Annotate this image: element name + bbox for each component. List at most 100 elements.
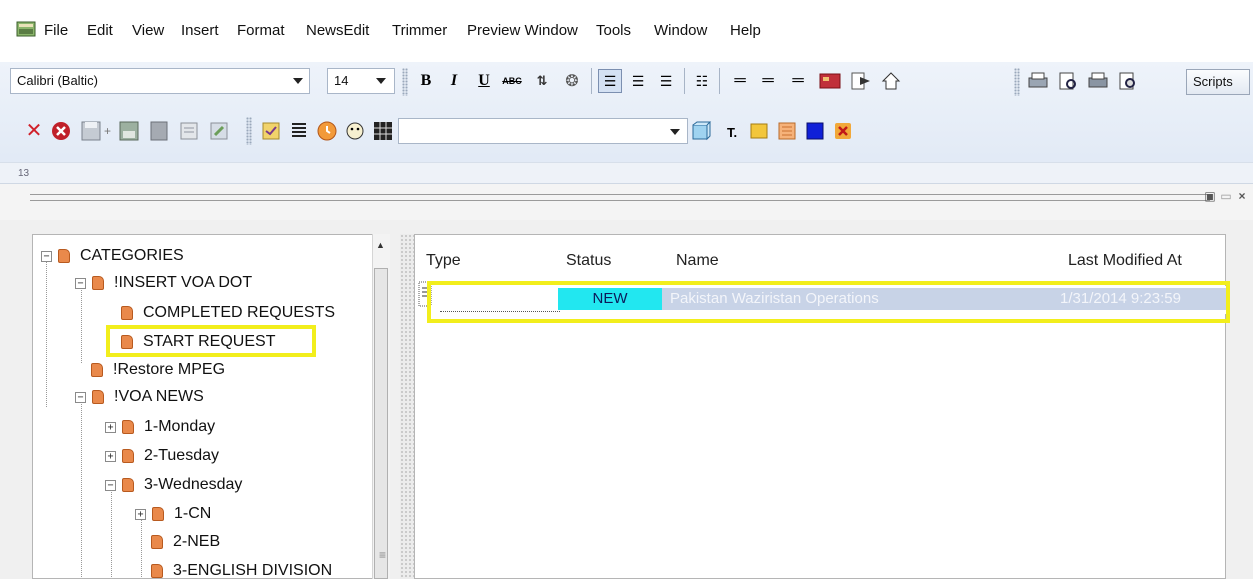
underline-button[interactable]: U: [472, 69, 496, 93]
list-edge: [1226, 234, 1253, 579]
yellow-tag-icon[interactable]: [748, 120, 770, 142]
collapse-icon[interactable]: −: [41, 250, 52, 262]
menu-file[interactable]: File: [44, 22, 68, 39]
scroll-up-icon[interactable]: ▲: [376, 240, 385, 250]
font-name-value: Calibri (Baltic): [17, 73, 98, 88]
toolbar-grip[interactable]: [246, 117, 252, 145]
clock-icon[interactable]: [316, 120, 338, 142]
collapse-icon[interactable]: −: [75, 277, 86, 289]
menu-help[interactable]: Help: [730, 22, 761, 39]
red-book-icon[interactable]: [818, 71, 842, 91]
chevron-down-icon[interactable]: [376, 78, 386, 84]
change-case-icon[interactable]: ⇅: [530, 69, 554, 93]
face-icon[interactable]: [344, 120, 366, 142]
tree-item-wednesday[interactable]: − 3-Wednesday: [105, 472, 242, 498]
italic-button[interactable]: I: [442, 69, 466, 93]
tree-scroll-thumb[interactable]: [374, 268, 388, 579]
minimize-icon[interactable]: ▭: [1218, 188, 1234, 204]
tree-item-neb[interactable]: 2-NEB: [151, 529, 220, 555]
column-header-name[interactable]: Name: [676, 252, 719, 270]
tree-item-insert-voa-dot[interactable]: − !INSERT VOA DOT: [75, 270, 252, 296]
box-3d-icon[interactable]: [690, 120, 712, 142]
collapse-icon[interactable]: −: [105, 479, 116, 491]
tree-item-categories[interactable]: − CATEGORIES: [41, 243, 184, 269]
tree-item-restore-mpeg[interactable]: !Restore MPEG: [91, 357, 225, 383]
folder-icon: [122, 420, 134, 434]
house-arrow-icon[interactable]: [880, 71, 902, 91]
menu-format[interactable]: Format: [237, 22, 285, 39]
tree-item-completed-requests[interactable]: COMPLETED REQUESTS: [121, 300, 335, 326]
blue-square-icon[interactable]: [804, 120, 826, 142]
bullet-list-button[interactable]: ☷: [690, 69, 714, 93]
save-icon[interactable]: [80, 120, 102, 142]
list-lines-icon[interactable]: [288, 120, 310, 142]
tree-item-label: 2-NEB: [173, 533, 221, 550]
panel-splitter[interactable]: [400, 234, 414, 579]
tree-item-voa-news[interactable]: − !VOA NEWS: [75, 384, 204, 410]
printer-icon[interactable]: [1026, 71, 1050, 91]
expand-icon[interactable]: +: [105, 421, 116, 433]
folder-icon: [151, 564, 163, 578]
folder-icon: [152, 507, 164, 521]
tree-item-cn[interactable]: + 1-CN: [135, 501, 211, 527]
menu-insert[interactable]: Insert: [181, 22, 219, 39]
column-header-last-modified[interactable]: Last Modified At: [1068, 252, 1182, 270]
chevron-down-icon[interactable]: [293, 78, 303, 84]
properties-icon[interactable]: [178, 120, 200, 142]
ruler: [0, 162, 1253, 184]
cancel-icon[interactable]: [50, 120, 72, 142]
column-header-type[interactable]: Type: [426, 252, 461, 270]
menu-preview-window[interactable]: Preview Window: [467, 22, 578, 39]
spellcheck-icon[interactable]: ❂: [560, 69, 584, 93]
toolbar-grip[interactable]: [402, 68, 408, 96]
restore-icon[interactable]: ▣: [1202, 188, 1218, 204]
strikethrough-button[interactable]: ABC: [500, 69, 524, 93]
menu-window[interactable]: Window: [654, 22, 707, 39]
menu-newsedit[interactable]: NewsEdit: [306, 22, 369, 39]
line-style-2-button[interactable]: ═: [756, 69, 780, 93]
edit-combo[interactable]: [398, 118, 688, 144]
line-style-1-button[interactable]: ═: [728, 69, 752, 93]
toolbar-grip[interactable]: [1014, 68, 1020, 96]
scripts-button[interactable]: Scripts: [1186, 69, 1250, 95]
print-preview-icon[interactable]: [1056, 71, 1080, 91]
menu-tools[interactable]: Tools: [596, 22, 631, 39]
app-icon[interactable]: [16, 20, 38, 38]
folder-icon: [92, 390, 104, 404]
column-header-status[interactable]: Status: [566, 252, 611, 270]
menu-trimmer[interactable]: Trimmer: [392, 22, 447, 39]
tree-item-monday[interactable]: + 1-Monday: [105, 414, 215, 440]
folder-icon: [122, 478, 134, 492]
align-left-button[interactable]: ☰: [598, 69, 622, 93]
delete-icon[interactable]: ✕: [22, 118, 46, 142]
page-arrow-icon[interactable]: [850, 71, 872, 91]
align-center-button[interactable]: ☰: [626, 69, 650, 93]
font-name-select[interactable]: Calibri (Baltic): [10, 68, 310, 94]
bold-button[interactable]: B: [414, 69, 438, 93]
note-icon[interactable]: [260, 120, 282, 142]
save-as-icon[interactable]: [118, 120, 140, 142]
edit-document-icon[interactable]: [208, 120, 230, 142]
category-tree: − CATEGORIES − !INSERT VOA DOT COMPLETED…: [32, 234, 390, 579]
chevron-down-icon[interactable]: [670, 129, 680, 135]
tree-item-tuesday[interactable]: + 2-Tuesday: [105, 443, 219, 469]
menu-edit[interactable]: Edit: [87, 22, 113, 39]
close-icon[interactable]: ×: [1234, 188, 1250, 204]
text-tool-icon[interactable]: T.: [720, 120, 744, 144]
print-preview-icon[interactable]: [1116, 71, 1140, 91]
folder-icon: [151, 535, 163, 549]
tree-item-english-division[interactable]: 3-ENGLISH DIVISION: [151, 558, 332, 578]
align-right-button[interactable]: ☰: [654, 69, 678, 93]
cross-tool-icon[interactable]: [832, 120, 854, 142]
expand-icon[interactable]: +: [135, 508, 146, 520]
orange-page-icon[interactable]: [776, 120, 798, 142]
menu-view[interactable]: View: [132, 22, 164, 39]
printer-icon[interactable]: [1086, 71, 1110, 91]
document-icon[interactable]: [148, 120, 170, 142]
collapse-icon[interactable]: −: [75, 391, 86, 403]
highlight-box: [106, 325, 316, 357]
grid-icon[interactable]: [372, 120, 394, 142]
tree-item-label: !Restore MPEG: [113, 361, 226, 378]
line-style-3-button[interactable]: ═: [786, 69, 810, 93]
expand-icon[interactable]: +: [105, 450, 116, 462]
